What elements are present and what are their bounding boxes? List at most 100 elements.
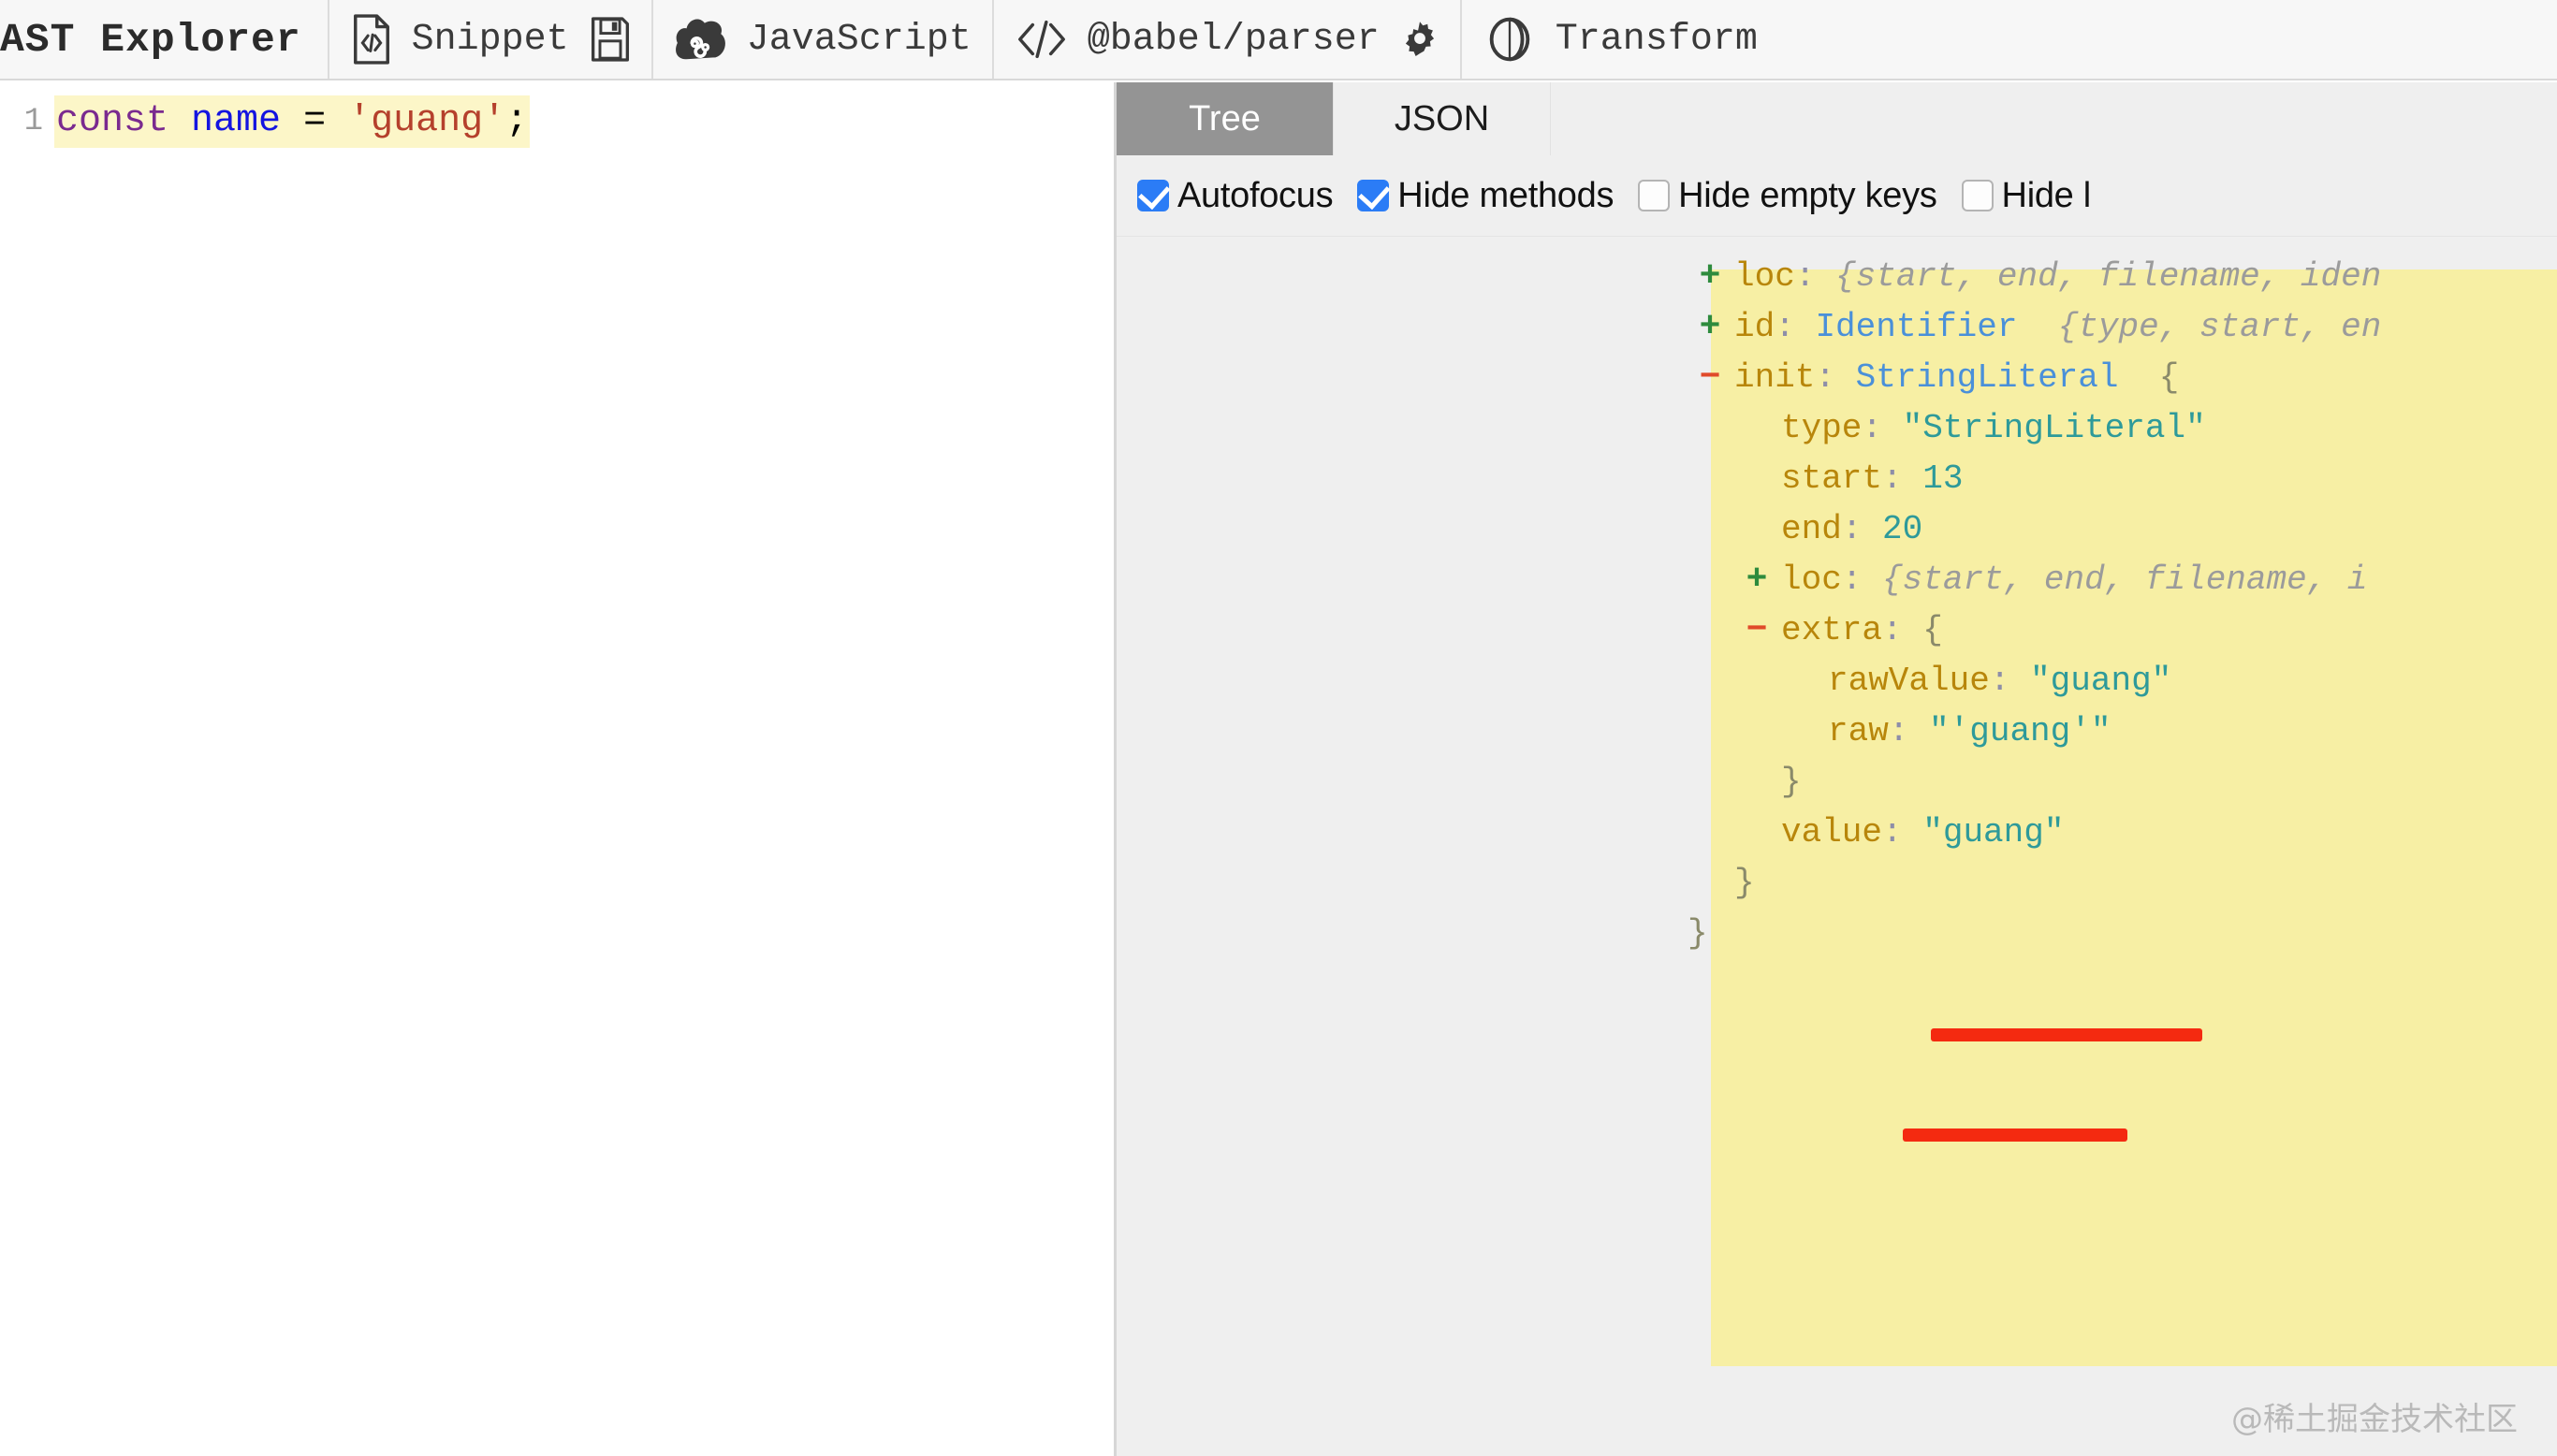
tree-brace: }: [1734, 864, 1755, 902]
save-icon[interactable]: [590, 17, 631, 62]
tree-row[interactable]: type: "StringLiteral": [1117, 403, 2557, 454]
tree-row[interactable]: }: [1117, 858, 2557, 909]
option-autofocus[interactable]: Autofocus: [1137, 175, 1334, 216]
tree-row[interactable]: start: 13: [1117, 454, 2557, 504]
tab-json[interactable]: JSON: [1334, 82, 1551, 155]
tree-space: [1908, 712, 1929, 750]
tree-options-toolbar: Autofocus Hide methods Hide empty keys H…: [1117, 155, 2557, 237]
header-item-snippet[interactable]: Snippet: [329, 0, 653, 79]
tree-colon: :: [1794, 257, 1816, 296]
checkbox-hide-empty-keys[interactable]: [1638, 180, 1671, 211]
tree-space: [1903, 813, 1923, 852]
tree-colon: :: [1862, 409, 1883, 447]
tree-row-content: loc: {start, end, filename, i: [1781, 555, 2368, 605]
tree-row[interactable]: end: 20: [1117, 504, 2557, 555]
header-item-label-snippet: Snippet: [411, 18, 569, 61]
header-item-language[interactable]: JavaScript: [653, 0, 994, 79]
tree-row[interactable]: + loc: {start, end, filename, i: [1117, 555, 2557, 605]
code-line-1[interactable]: 1 const name = 'guang';: [0, 82, 1104, 148]
ast-explorer-app: AST Explorer Snippet JavaScript @babel/p…: [0, 0, 2557, 1456]
tree-space: [1882, 409, 1903, 447]
tree-value-number: 13: [1922, 459, 1964, 498]
transform-circle-icon: [1483, 13, 1537, 66]
option-label-autofocus: Autofocus: [1177, 175, 1334, 215]
tree-key: raw: [1828, 712, 1889, 750]
tree-colon: :: [1841, 561, 1863, 599]
token-operator: =: [303, 100, 327, 142]
code-editor-pane[interactable]: 1 const name = 'guang';: [0, 82, 1104, 1456]
tree-row[interactable]: − extra: {: [1117, 605, 2557, 656]
tree-space: [1903, 611, 1923, 649]
checkbox-autofocus[interactable]: [1137, 180, 1169, 211]
option-hide-methods[interactable]: Hide methods: [1357, 176, 1614, 216]
watermark: @稀土掘金技术社区: [2231, 1401, 2518, 1438]
header-item-label-parser: @babel/parser: [1087, 18, 1380, 61]
tree-value-preview: {start, end, filename, i: [1882, 561, 2368, 599]
tree-row[interactable]: }: [1117, 757, 2557, 808]
tree-row-content: }: [1688, 909, 1708, 959]
ast-tree-rows[interactable]: + loc: {start, end, filename, iden + id: Id…: [1117, 252, 2557, 959]
tree-space: [2017, 308, 2057, 346]
tree-row[interactable]: value: "guang": [1117, 808, 2557, 858]
tree-space: [1862, 510, 1882, 548]
tree-key: type: [1781, 409, 1863, 447]
collapse-toggle-icon[interactable]: −: [1738, 605, 1775, 656]
tree-space: [2119, 358, 2159, 397]
tree-colon: :: [1815, 358, 1836, 397]
tree-value-preview: {type, start, en: [2057, 308, 2382, 346]
tree-key: rawValue: [1828, 662, 1990, 700]
tree-brace: {: [1922, 611, 1943, 649]
tree-row[interactable]: }: [1117, 909, 2557, 959]
checkbox-hide-location-data[interactable]: [1961, 180, 1994, 211]
collapse-toggle-icon[interactable]: −: [1691, 353, 1729, 403]
tree-key: id: [1734, 308, 1775, 346]
header-item-transform[interactable]: Transform: [1462, 0, 1778, 79]
tree-value-string: "StringLiteral": [1902, 409, 2206, 447]
tree-space: [1862, 561, 1882, 599]
ast-output-panel: Tree JSON Autofocus Hide methods Hide em…: [1114, 82, 2557, 1456]
app-title: AST Explorer: [0, 0, 329, 79]
tree-value-string: "guang": [2030, 662, 2172, 700]
tree-brace: }: [1781, 763, 1802, 801]
token-semicolon: ;: [505, 100, 529, 142]
option-label-hide-empty-keys: Hide empty keys: [1678, 175, 1937, 215]
ast-tree[interactable]: + loc: {start, end, filename, iden + id: Id…: [1117, 237, 2557, 959]
tree-colon: :: [1882, 611, 1903, 649]
tree-value-number: 20: [1882, 510, 1923, 548]
tree-row[interactable]: − init: StringLiteral {: [1117, 353, 2557, 403]
tree-row-content: }: [1734, 858, 1755, 909]
tree-row[interactable]: raw: "'guang'": [1117, 706, 2557, 757]
option-hide-empty-keys[interactable]: Hide empty keys: [1638, 175, 1937, 216]
annotation-underline-value: [1903, 1128, 2127, 1142]
expand-toggle-icon[interactable]: +: [1738, 555, 1775, 605]
tree-value-string: "'guang'": [1929, 712, 2111, 750]
tree-row-content: end: 20: [1781, 504, 1922, 555]
tree-row[interactable]: rawValue: "guang": [1117, 656, 2557, 706]
tree-space: [2009, 662, 2030, 700]
tree-row-content: extra: {: [1781, 605, 1943, 656]
header-item-label-transform: Transform: [1555, 18, 1758, 61]
tree-key: init: [1734, 358, 1816, 397]
header-item-parser[interactable]: @babel/parser: [994, 0, 1462, 79]
tree-row-content: }: [1781, 757, 1802, 808]
tree-key: loc: [1734, 257, 1795, 296]
expand-toggle-icon[interactable]: +: [1691, 252, 1729, 302]
tab-tree[interactable]: Tree: [1117, 82, 1334, 155]
tree-space: [1835, 358, 1856, 397]
code-text[interactable]: const name = 'guang';: [54, 95, 531, 148]
tree-node-type: Identifier: [1815, 308, 2018, 346]
expand-toggle-icon[interactable]: +: [1691, 302, 1729, 353]
tree-colon: :: [1775, 308, 1795, 346]
gear-icon[interactable]: [1400, 20, 1439, 59]
tree-key: end: [1781, 510, 1842, 548]
option-hide-location-data[interactable]: Hide l: [1961, 176, 2091, 216]
tree-colon: :: [1989, 662, 2010, 700]
tree-row[interactable]: + id: Identifier {type, start, en: [1117, 302, 2557, 353]
tree-value-preview: {: [2158, 358, 2180, 397]
tree-colon: :: [1841, 510, 1863, 548]
tree-row[interactable]: + loc: {start, end, filename, iden: [1117, 252, 2557, 302]
checkbox-hide-methods[interactable]: [1357, 180, 1390, 211]
tree-row-content: init: StringLiteral {: [1734, 353, 2179, 403]
tree-brace: }: [1688, 914, 1708, 953]
tree-value-preview: {start, end, filename, iden: [1835, 257, 2382, 296]
